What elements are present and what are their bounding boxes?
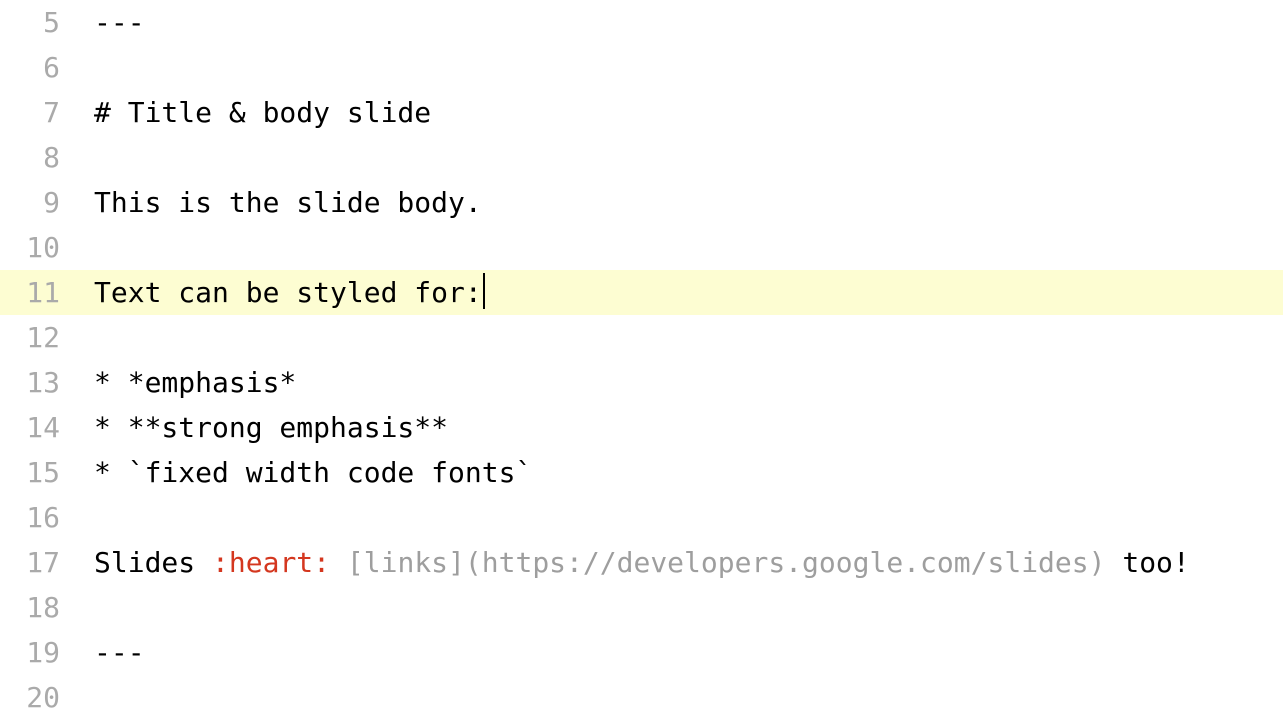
line-number: 5 bbox=[0, 0, 68, 45]
line-number: 15 bbox=[0, 450, 68, 495]
code-token: * **strong emphasis** bbox=[94, 411, 448, 444]
code-token: --- bbox=[94, 6, 145, 39]
line-number: 20 bbox=[0, 675, 68, 720]
code-token: Slides bbox=[94, 546, 212, 579]
code-line[interactable]: 5 --- bbox=[0, 0, 1283, 45]
line-content[interactable]: --- bbox=[68, 0, 1283, 45]
line-number: 11 bbox=[0, 270, 68, 315]
line-number: 18 bbox=[0, 585, 68, 630]
code-token bbox=[330, 546, 347, 579]
line-number: 13 bbox=[0, 360, 68, 405]
line-number: 6 bbox=[0, 45, 68, 90]
line-content[interactable]: Text can be styled for: bbox=[68, 270, 1283, 315]
code-token: --- bbox=[94, 636, 145, 669]
text-cursor bbox=[483, 273, 485, 309]
line-content[interactable]: --- bbox=[68, 630, 1283, 675]
code-line[interactable]: 19 --- bbox=[0, 630, 1283, 675]
code-token: This is the slide body. bbox=[94, 186, 482, 219]
line-content[interactable]: # Title & body slide bbox=[68, 90, 1283, 135]
code-token: too! bbox=[1105, 546, 1189, 579]
code-line[interactable]: 16 bbox=[0, 495, 1283, 540]
code-token: :heart: bbox=[212, 546, 330, 579]
line-content[interactable]: Slides :heart: [links](https://developer… bbox=[68, 540, 1283, 585]
code-token: [links](https://developers.google.com/sl… bbox=[347, 546, 1106, 579]
code-line[interactable]: 7 # Title & body slide bbox=[0, 90, 1283, 135]
code-token: # Title & body slide bbox=[94, 96, 431, 129]
code-line[interactable]: 15 * `fixed width code fonts` bbox=[0, 450, 1283, 495]
line-number: 9 bbox=[0, 180, 68, 225]
line-number: 16 bbox=[0, 495, 68, 540]
line-number: 10 bbox=[0, 225, 68, 270]
code-line[interactable]: 17Slides :heart: [links](https://develop… bbox=[0, 540, 1283, 585]
line-number: 8 bbox=[0, 135, 68, 180]
line-number: 14 bbox=[0, 405, 68, 450]
line-content[interactable]: * *emphasis* bbox=[68, 360, 1283, 405]
code-line[interactable]: 8 bbox=[0, 135, 1283, 180]
code-line[interactable]: 9 This is the slide body. bbox=[0, 180, 1283, 225]
code-editor[interactable]: 5 --- 67 # Title & body slide 89 This is the … bbox=[0, 0, 1283, 720]
code-token: * `fixed width code fonts` bbox=[94, 456, 532, 489]
code-line[interactable]: 10 bbox=[0, 225, 1283, 270]
code-line[interactable]: 18 bbox=[0, 585, 1283, 630]
code-token: Text can be styled for: bbox=[94, 276, 482, 309]
line-number: 17 bbox=[0, 540, 68, 585]
code-line[interactable]: 14 * **strong emphasis** bbox=[0, 405, 1283, 450]
code-line[interactable]: 13 * *emphasis* bbox=[0, 360, 1283, 405]
code-line[interactable]: 20 bbox=[0, 675, 1283, 720]
code-line[interactable]: 12 bbox=[0, 315, 1283, 360]
code-line[interactable]: 6 bbox=[0, 45, 1283, 90]
line-number: 12 bbox=[0, 315, 68, 360]
line-number: 19 bbox=[0, 630, 68, 675]
line-content[interactable]: * `fixed width code fonts` bbox=[68, 450, 1283, 495]
code-token: * *emphasis* bbox=[94, 366, 296, 399]
code-line[interactable]: 11 Text can be styled for: bbox=[0, 270, 1283, 315]
line-content[interactable]: * **strong emphasis** bbox=[68, 405, 1283, 450]
line-content[interactable]: This is the slide body. bbox=[68, 180, 1283, 225]
line-number: 7 bbox=[0, 90, 68, 135]
